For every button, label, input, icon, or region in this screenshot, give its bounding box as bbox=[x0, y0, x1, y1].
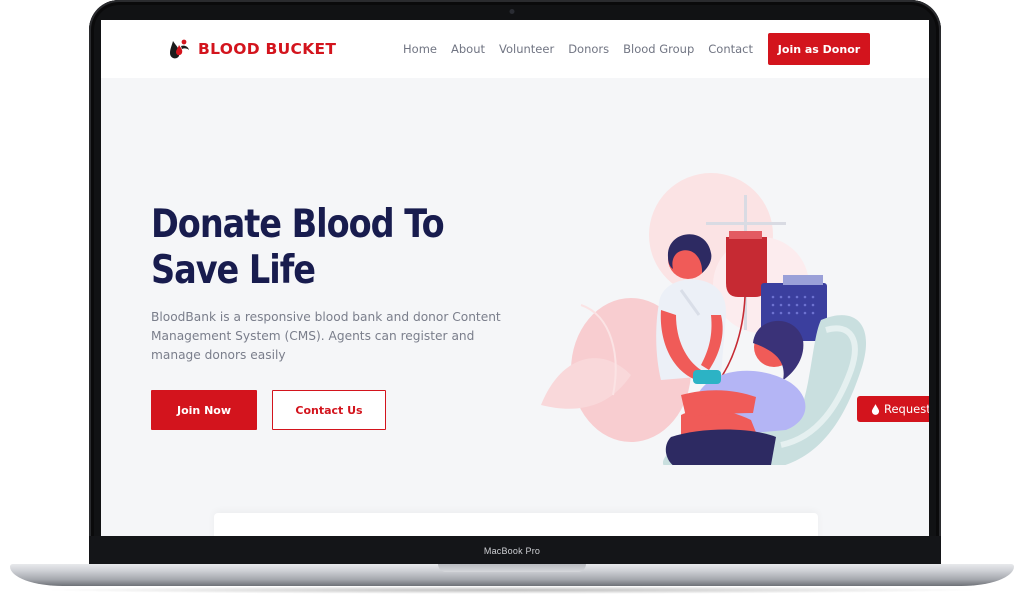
nav-blood-group-link[interactable]: Blood Group bbox=[623, 42, 694, 56]
brand-logo[interactable]: BLOOD BUCKET bbox=[167, 37, 336, 61]
content-card bbox=[214, 513, 818, 536]
request-blood-tab[interactable]: Request bbox=[857, 396, 929, 422]
hero-title: Donate Blood To Save Life bbox=[151, 202, 445, 294]
nav-home-link[interactable]: Home bbox=[403, 42, 437, 56]
hero-title-line-2: Save Life bbox=[151, 248, 316, 293]
hero-title-line-1: Donate Blood To bbox=[151, 202, 445, 247]
nav-donors-link[interactable]: Donors bbox=[568, 42, 609, 56]
laptop-shadow bbox=[40, 586, 984, 594]
camera-dot bbox=[509, 9, 515, 14]
join-now-button[interactable]: Join Now bbox=[151, 390, 257, 430]
contact-us-button[interactable]: Contact Us bbox=[272, 390, 386, 430]
device-model-label: MacBook Pro bbox=[483, 546, 541, 556]
main-nav: Home About Volunteer Donors Blood Group … bbox=[403, 42, 753, 56]
nav-contact-link[interactable]: Contact bbox=[708, 42, 753, 56]
request-tab-label: Request bbox=[884, 402, 929, 416]
join-as-donor-button[interactable]: Join as Donor bbox=[768, 33, 870, 65]
website-screen: BLOOD BUCKET Home About Volunteer Donors… bbox=[101, 20, 929, 536]
nav-about-link[interactable]: About bbox=[451, 42, 485, 56]
blood-drop-icon bbox=[871, 403, 880, 415]
navbar: BLOOD BUCKET Home About Volunteer Donors… bbox=[101, 20, 929, 78]
blood-drop-person-icon bbox=[170, 39, 189, 59]
laptop-base-notch bbox=[438, 564, 586, 572]
nav-volunteer-link[interactable]: Volunteer bbox=[499, 42, 554, 56]
nurse-drawing-blood-from-donor-illustration bbox=[541, 173, 866, 465]
hero-description: BloodBank is a responsive blood bank and… bbox=[151, 310, 501, 362]
brand-name: BLOOD BUCKET bbox=[198, 40, 337, 58]
